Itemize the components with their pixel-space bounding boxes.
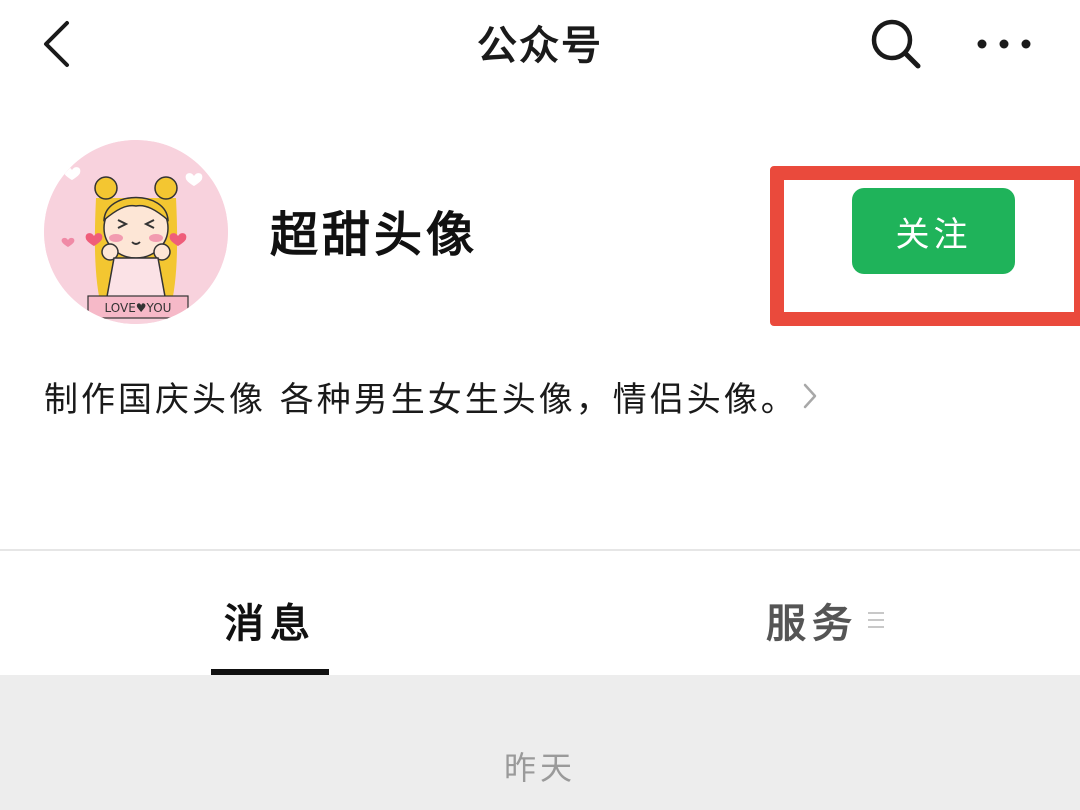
date-label: 昨天: [503, 749, 576, 787]
more-icon: [977, 39, 1031, 49]
avatar-banner-text: LOVE♥YOU: [105, 301, 172, 315]
more-button[interactable]: [968, 14, 1040, 74]
official-account-page: 公众号 LOVE♥YOU 超甜头像 关注 制作国庆头像 各种男生女生头像，情侣头…: [0, 0, 1080, 810]
search-icon: [871, 19, 921, 69]
account-description-row[interactable]: 制作国庆头像 各种男生女生头像，情侣头像。: [44, 368, 818, 424]
menu-lines-icon: [868, 612, 884, 628]
chevron-right-icon: [802, 382, 818, 410]
tab-messages-label: 消息: [224, 600, 316, 647]
account-name: 超甜头像: [270, 207, 479, 263]
message-feed: 昨天: [0, 675, 1080, 810]
tab-services-label: 服务: [766, 600, 858, 647]
top-nav-bar: 公众号: [0, 0, 1080, 92]
follow-button[interactable]: 关注: [852, 188, 1015, 274]
tab-services[interactable]: 服务: [740, 580, 910, 660]
account-avatar[interactable]: LOVE♥YOU: [44, 140, 228, 324]
search-button[interactable]: [864, 14, 928, 74]
account-description: 制作国庆头像 各种男生女生头像，情侣头像。: [44, 379, 798, 420]
section-divider: [0, 549, 1080, 551]
avatar-girl-illustration: LOVE♥YOU: [44, 140, 228, 324]
tab-messages[interactable]: 消息: [190, 580, 350, 660]
